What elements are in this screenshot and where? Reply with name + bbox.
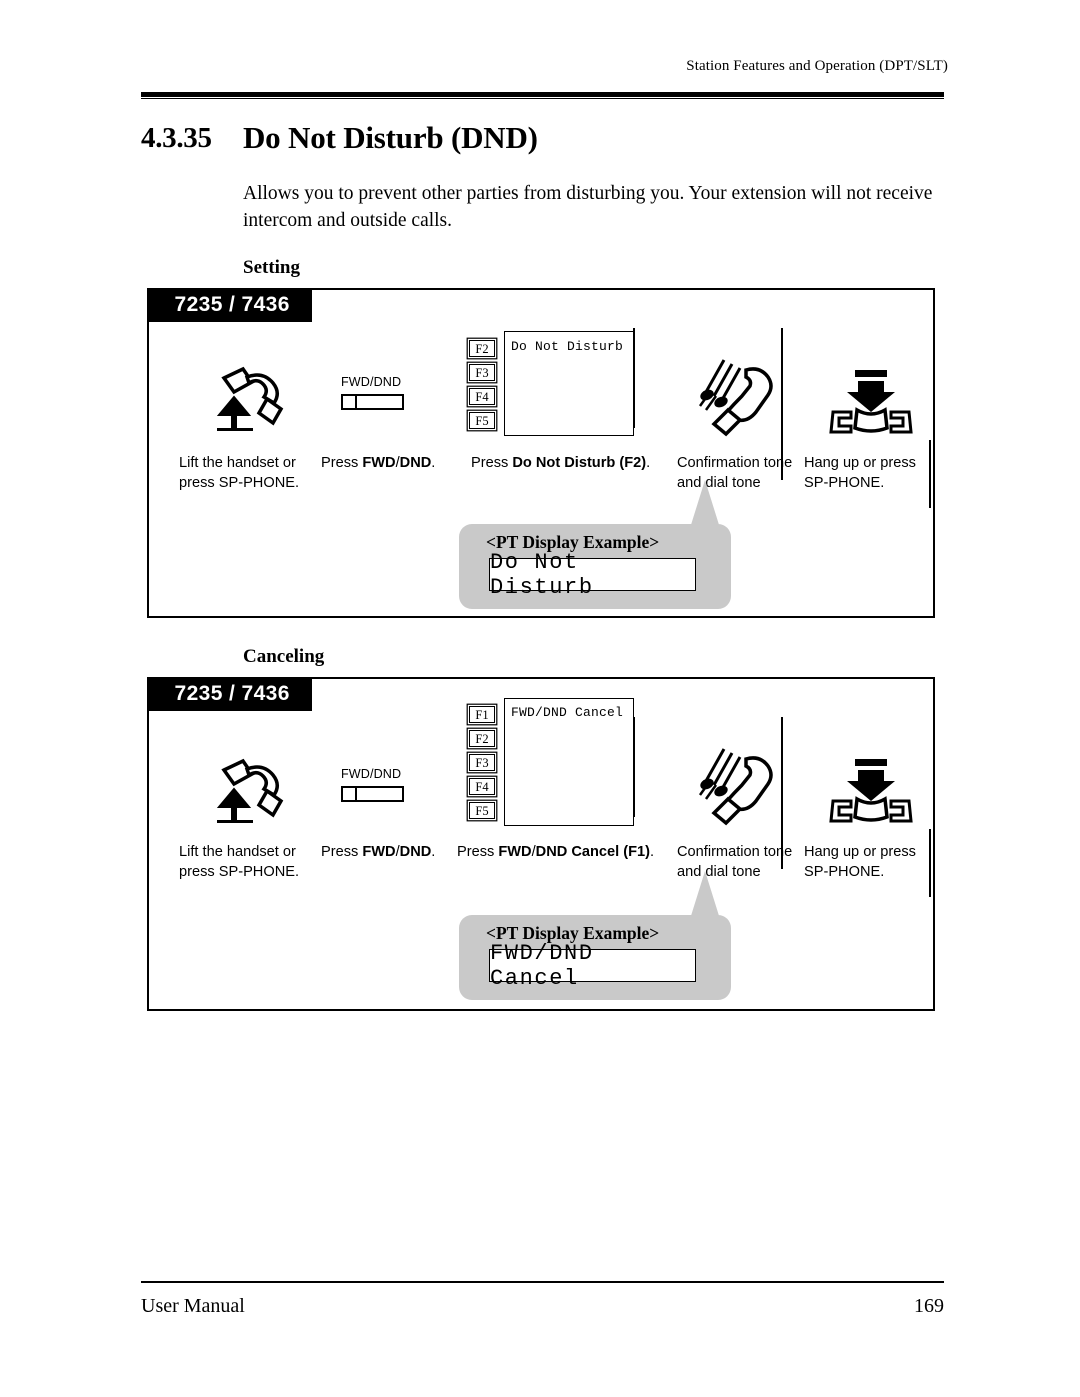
- step-caption-prefix: Press: [457, 844, 499, 860]
- procedure-box-setting: 7235 / 7436 FWD/DND F2 F3 F4 F5 Do Not D…: [146, 287, 935, 618]
- function-key-f2[interactable]: F2: [469, 730, 495, 747]
- step-caption-line: Hang up or press: [804, 455, 916, 471]
- step-caption-bold: FWD: [498, 844, 532, 860]
- step-caption-line: Confirmation tone: [677, 455, 793, 471]
- step-caption-line: Lift the handset or: [179, 844, 296, 860]
- step-caption-1: Lift the handset or press SP-PHONE.: [179, 454, 299, 493]
- footer-page-number: 169: [914, 1295, 944, 1317]
- callout-pointer: [690, 871, 720, 919]
- footer-rule: [141, 1281, 944, 1283]
- step-caption-2: Press FWD/DND.: [321, 843, 435, 863]
- function-key-f3[interactable]: F3: [469, 364, 495, 381]
- step-caption-bold: DND Cancel (F1): [535, 844, 650, 860]
- section-number: 4.3.35: [141, 122, 212, 154]
- hang-up-icon: [829, 759, 913, 823]
- function-key-f4[interactable]: F4: [469, 388, 495, 405]
- running-head: Station Features and Operation (DPT/SLT): [686, 58, 948, 74]
- step-caption-bold: FWD: [362, 455, 396, 471]
- step-caption-3: Press Do Not Disturb (F2).: [471, 454, 650, 474]
- pt-display-callout: <PT Display Example> Do Not Disturb: [459, 524, 731, 609]
- lcd-line-text: FWD/DND Cancel: [511, 705, 624, 720]
- step-caption-line: press SP-PHONE.: [179, 474, 300, 491]
- step-caption-bold: FWD: [362, 844, 396, 860]
- function-key-f3[interactable]: F3: [469, 754, 495, 771]
- lcd-line-text: Do Not Disturb: [511, 339, 624, 354]
- header-rule: [141, 92, 944, 100]
- step-caption-1: Lift the handset or press SP-PHONE.: [179, 843, 299, 882]
- procedure-label-setting: Setting: [243, 257, 300, 278]
- function-key-f1[interactable]: F1: [469, 706, 495, 723]
- pt-display-callout: <PT Display Example> FWD/DND Cancel: [459, 915, 731, 1000]
- pt-display-screen: Do Not Disturb: [489, 550, 696, 600]
- pt-display-screen: FWD/DND Cancel: [489, 941, 696, 991]
- hang-up-icon: [829, 370, 913, 434]
- page-title: Do Not Disturb (DND): [243, 120, 538, 155]
- function-key-f5[interactable]: F5: [469, 412, 495, 429]
- step-caption-suffix: .: [646, 455, 651, 471]
- fwd-dnd-key-label: FWD/DND: [341, 375, 402, 389]
- step-caption-line: Lift the handset or: [179, 455, 296, 471]
- procedure-label-canceling: Canceling: [243, 646, 325, 667]
- step-caption-suffix: .: [431, 455, 436, 471]
- fwd-dnd-key-icon: [341, 394, 404, 410]
- step-caption-bold: Do Not Disturb (F2): [512, 455, 647, 471]
- step-caption-line: SP-PHONE.: [804, 474, 885, 491]
- step-caption-line: Confirmation tone: [677, 844, 793, 860]
- lift-handset-icon: [216, 366, 284, 431]
- lift-handset-icon: [216, 758, 284, 823]
- step-caption-line: press SP-PHONE.: [179, 863, 300, 880]
- callout-pointer: [690, 480, 720, 528]
- step-caption-suffix: .: [650, 844, 655, 860]
- ringing-handset-icon: [698, 748, 773, 826]
- step-caption-line: Hang up or press: [804, 844, 916, 860]
- function-key-f2[interactable]: F2: [469, 340, 495, 357]
- step-caption-5: Hang up or press SP-PHONE.: [804, 454, 916, 493]
- ringing-handset-icon: [698, 359, 773, 437]
- step-caption-bold: DND: [399, 844, 432, 860]
- fwd-dnd-key-icon: [341, 786, 404, 802]
- step-caption-3: Press FWD/DND Cancel (F1).: [457, 843, 654, 863]
- model-badge: 7235 / 7436: [146, 287, 312, 322]
- function-key-f5[interactable]: F5: [469, 802, 495, 819]
- column-divider: [929, 829, 931, 897]
- step-caption-line: SP-PHONE.: [804, 863, 885, 880]
- step-caption-2: Press FWD/DND.: [321, 454, 435, 474]
- section-intro: Allows you to prevent other parties from…: [243, 183, 933, 231]
- step-caption-bold: DND: [399, 455, 432, 471]
- step-caption-prefix: Press: [471, 455, 513, 471]
- step-caption-suffix: .: [431, 844, 436, 860]
- step-caption-prefix: Press: [321, 455, 363, 471]
- procedure-box-canceling: 7235 / 7436 FWD/DND F1 F2 F3 F4 F5 FWD/D…: [146, 676, 935, 1011]
- step-caption-5: Hang up or press SP-PHONE.: [804, 843, 916, 882]
- column-divider: [929, 440, 931, 508]
- step-caption-prefix: Press: [321, 844, 363, 860]
- function-key-f4[interactable]: F4: [469, 778, 495, 795]
- model-badge: 7235 / 7436: [146, 676, 312, 711]
- fwd-dnd-key-label: FWD/DND: [341, 767, 402, 781]
